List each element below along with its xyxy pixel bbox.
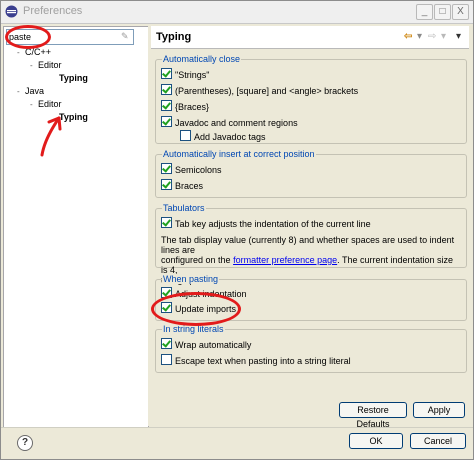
group-label: Automatically insert at correct position	[162, 149, 316, 159]
close-button[interactable]: X	[452, 4, 469, 20]
option-label: (Parentheses), [square] and <angle> brac…	[175, 86, 359, 96]
tree-item-java-editor[interactable]: - Editor	[30, 98, 62, 110]
semicolons-checkbox[interactable]: Semicolons	[161, 163, 222, 175]
maximize-button[interactable]: □	[434, 4, 451, 20]
preference-tree-pane: ✎ -C/C++ -Editor Typing -Java -Editor Ty…	[3, 26, 149, 428]
description-text: configured on the	[161, 255, 231, 265]
checkbox-checked-icon[interactable]	[161, 217, 172, 228]
minimize-button[interactable]: _	[416, 4, 433, 20]
option-label: Escape text when pasting into a string l…	[175, 356, 351, 366]
clear-filter-icon[interactable]: ✎	[121, 31, 131, 42]
strings-checkbox[interactable]: "Strings"	[161, 68, 209, 80]
page-title: Typing	[156, 31, 192, 43]
tree-item-label: Java	[25, 86, 45, 96]
checkbox-checked-icon[interactable]	[161, 179, 172, 190]
tree-item-java[interactable]: - Java	[17, 85, 44, 97]
checkbox-checked-icon[interactable]	[161, 338, 172, 349]
group-label: Tabulators	[162, 203, 206, 213]
formatter-preference-link[interactable]: formatter preference page	[233, 255, 337, 265]
tree-item-label: Typing	[59, 73, 88, 83]
javadoc-tags-checkbox[interactable]: Add Javadoc tags	[180, 130, 266, 142]
auto-insert-group: Automatically insert at correct position…	[155, 149, 467, 198]
brackets-checkbox[interactable]: (Parentheses), [square] and <angle> brac…	[161, 84, 358, 96]
wrap-automatically-checkbox[interactable]: Wrap automatically	[161, 338, 251, 350]
red-circle-annotation	[5, 25, 51, 49]
dialog-button-bar: ? OK Cancel	[1, 427, 473, 459]
checkbox-checked-icon[interactable]	[161, 116, 172, 127]
window-title: Preferences	[23, 5, 83, 17]
red-circle-annotation	[151, 292, 241, 326]
checkbox-unchecked-icon[interactable]	[161, 354, 172, 365]
group-label: Automatically close	[162, 54, 242, 64]
tree-item-cpp-editor[interactable]: - Editor	[30, 59, 62, 71]
description-line-1: The tab display value (currently 8) and …	[161, 235, 455, 255]
braces-checkbox[interactable]: {Braces}	[161, 100, 209, 112]
forward-menu-icon[interactable]: ▾	[441, 31, 446, 43]
tree-item-label: Editor	[38, 60, 62, 70]
option-label: Add Javadoc tags	[194, 132, 266, 142]
group-label: When pasting	[162, 274, 220, 284]
checkbox-checked-icon[interactable]	[161, 68, 172, 79]
checkbox-unchecked-icon[interactable]	[180, 130, 191, 141]
escape-text-checkbox[interactable]: Escape text when pasting into a string l…	[161, 354, 351, 366]
description-line-2: configured on the formatter preference p…	[161, 255, 461, 275]
insert-braces-checkbox[interactable]: Braces	[161, 179, 203, 191]
string-literals-group: In string literals Wrap automatically Es…	[155, 324, 467, 373]
title-bar: Preferences _ □ X	[1, 1, 473, 24]
option-label: "Strings"	[175, 70, 210, 80]
cancel-button[interactable]: Cancel	[410, 433, 466, 449]
tree-item-cpp-typing[interactable]: Typing	[59, 72, 88, 84]
eclipse-app-icon	[5, 5, 18, 18]
tabulators-group: Tabulators Tab key adjusts the indentati…	[155, 203, 467, 285]
checkbox-checked-icon[interactable]	[161, 100, 172, 111]
option-label: Javadoc and comment regions	[175, 118, 298, 128]
view-menu-icon[interactable]: ▾	[456, 31, 461, 43]
checkbox-checked-icon[interactable]	[161, 84, 172, 95]
collapse-icon[interactable]: -	[30, 60, 38, 72]
javadoc-regions-checkbox[interactable]: Javadoc and comment regions	[161, 116, 298, 128]
help-icon[interactable]: ?	[17, 435, 33, 451]
back-arrow-icon[interactable]: ⇦	[404, 31, 412, 43]
page-header: Typing ⇦ ▾ ⇨ ▾ ▾	[151, 26, 469, 49]
option-label: Braces	[175, 181, 204, 191]
preferences-window: Preferences _ □ X ✎ -C/C++ -Editor Typin…	[0, 0, 474, 460]
preference-page: Typing ⇦ ▾ ⇨ ▾ ▾ Automatically close "St…	[151, 26, 469, 429]
checkbox-checked-icon[interactable]	[161, 163, 172, 174]
red-arrow-annotation	[40, 116, 62, 157]
option-label: Semicolons	[175, 165, 222, 175]
option-label: Tab key adjusts the indentation of the c…	[175, 219, 371, 229]
forward-arrow-icon[interactable]: ⇨	[428, 31, 436, 43]
tab-indent-checkbox[interactable]: Tab key adjusts the indentation of the c…	[161, 217, 371, 229]
collapse-icon[interactable]: -	[30, 99, 38, 111]
ok-button[interactable]: OK	[349, 433, 403, 449]
tree-item-label: Editor	[38, 99, 62, 109]
restore-defaults-button[interactable]: Restore Defaults	[339, 402, 407, 429]
option-label: Wrap automatically	[175, 340, 252, 350]
back-menu-icon[interactable]: ▾	[417, 31, 422, 43]
option-label: {Braces}	[175, 102, 210, 112]
auto-close-group: Automatically close "Strings" (Parenthes…	[155, 54, 467, 144]
collapse-icon[interactable]: -	[17, 86, 25, 98]
apply-button[interactable]: Apply	[413, 402, 465, 418]
